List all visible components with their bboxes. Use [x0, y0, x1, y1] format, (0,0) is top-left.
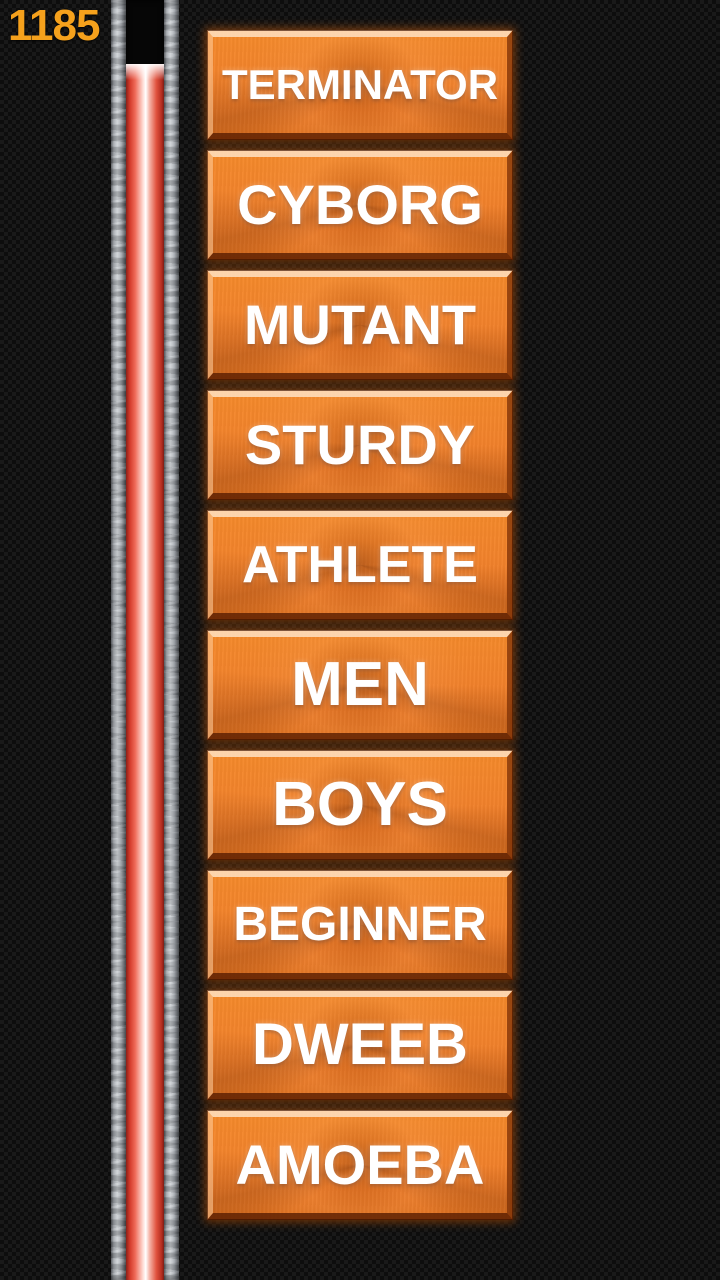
difficulty-label: STURDY [244, 413, 476, 476]
power-meter-rail-right [164, 0, 179, 1280]
difficulty-button-list: TERMINATOR CYBORG MUTANT STURDY ATHLETE MEN BO… [207, 30, 513, 1220]
difficulty-cyborg[interactable]: CYBORG [207, 150, 513, 260]
difficulty-dweeb[interactable]: DWEEB [207, 990, 513, 1100]
score-display: 1185 [8, 1, 100, 50]
difficulty-athlete[interactable]: ATHLETE [207, 510, 513, 620]
power-meter-channel [126, 0, 164, 1280]
difficulty-beginner[interactable]: BEGINNER [207, 870, 513, 980]
difficulty-label: DWEEB [252, 1012, 468, 1077]
difficulty-label: AMOEBA [235, 1133, 485, 1196]
difficulty-label: CYBORG [237, 173, 483, 236]
difficulty-terminator[interactable]: TERMINATOR [207, 30, 513, 140]
difficulty-boys[interactable]: BOYS [207, 750, 513, 860]
power-meter [111, 0, 179, 1280]
difficulty-label: ATHLETE [242, 536, 478, 594]
game-screen: 1185 TERMINATOR CYBORG MUTANT STURDY ATHLETE… [0, 0, 720, 1280]
difficulty-label: TERMINATOR [221, 61, 499, 108]
difficulty-men[interactable]: MEN [207, 630, 513, 740]
difficulty-amoeba[interactable]: AMOEBA [207, 1110, 513, 1220]
difficulty-sturdy[interactable]: STURDY [207, 390, 513, 500]
difficulty-label: BEGINNER [233, 898, 487, 951]
power-meter-fill [126, 64, 164, 1280]
difficulty-mutant[interactable]: MUTANT [207, 270, 513, 380]
difficulty-label: MUTANT [243, 293, 477, 356]
difficulty-label: MEN [291, 650, 429, 719]
power-meter-rail-left [111, 0, 126, 1280]
difficulty-label: BOYS [272, 770, 448, 839]
